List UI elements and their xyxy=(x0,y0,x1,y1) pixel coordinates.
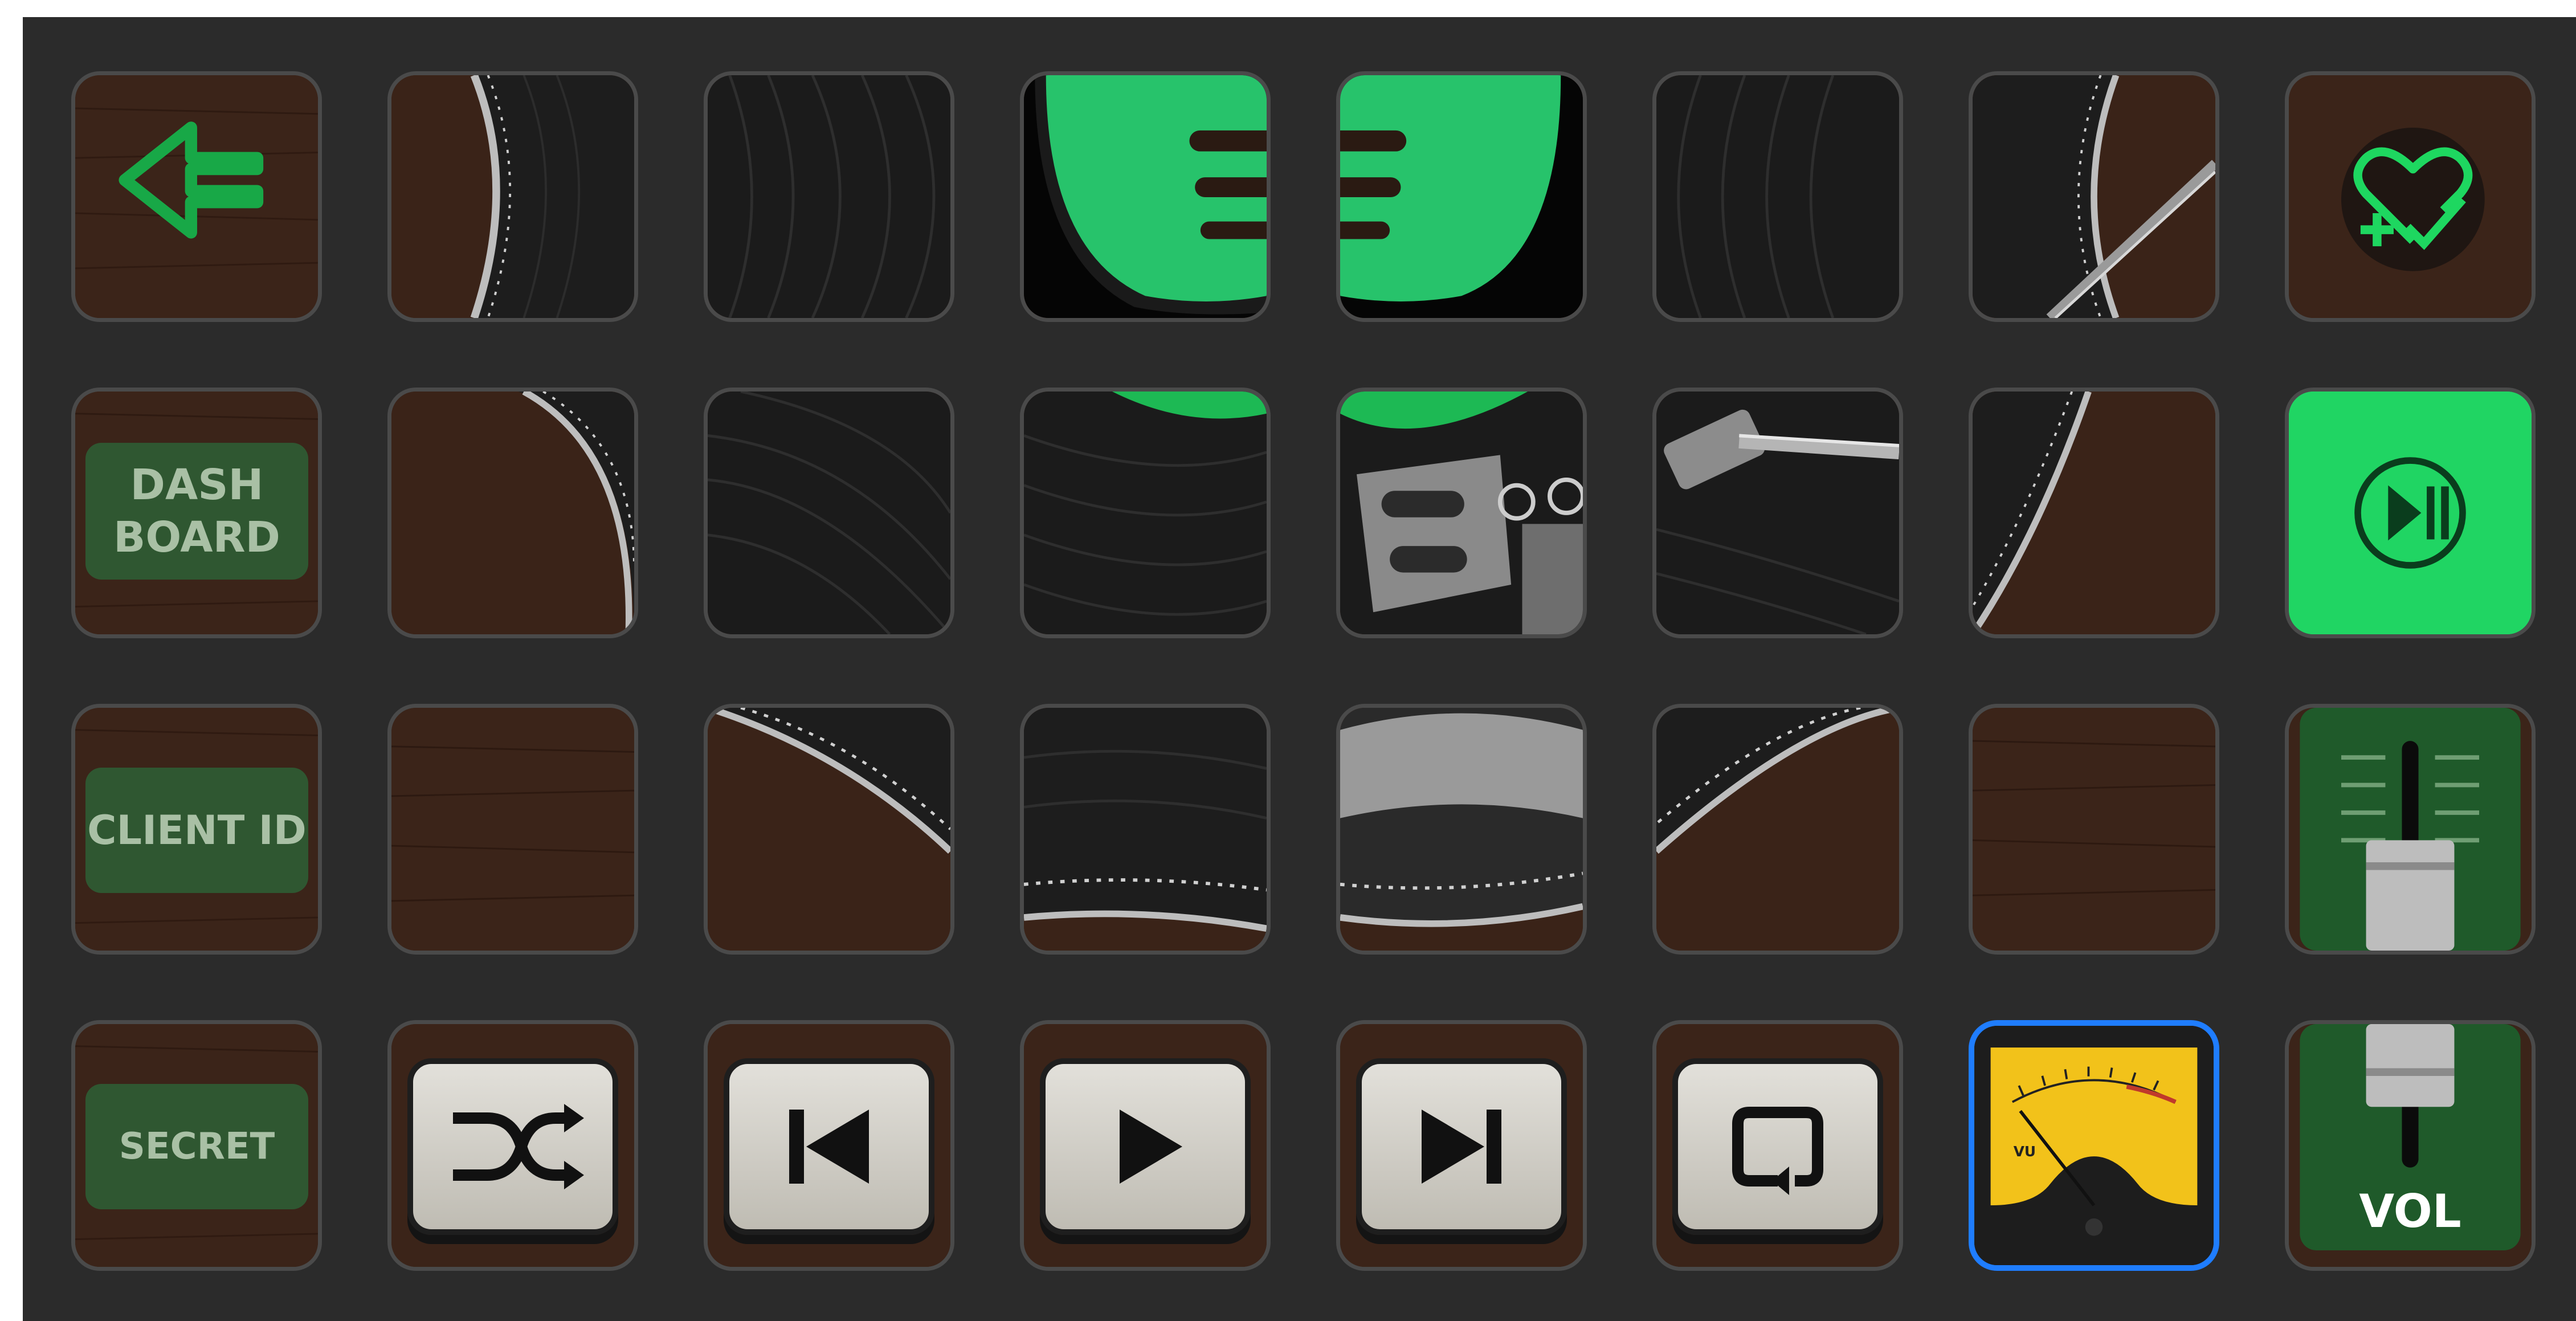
turntable-art xyxy=(1973,392,2215,634)
shuffle-icon xyxy=(453,1104,584,1189)
play-pause-button[interactable] xyxy=(2285,388,2536,638)
vinyl-art xyxy=(1024,392,1267,634)
shuffle-button[interactable] xyxy=(387,1020,638,1271)
repeat-button[interactable] xyxy=(1652,1020,1903,1271)
turntable-art xyxy=(1024,708,1267,951)
turntable-tile-r3c4[interactable] xyxy=(1020,704,1271,955)
spotify-logo-right-tile[interactable] xyxy=(1336,71,1587,322)
play-button[interactable] xyxy=(1020,1020,1271,1271)
turntable-tile-r2c4[interactable] xyxy=(1020,388,1271,638)
secret-button[interactable]: SECRET xyxy=(71,1020,322,1271)
vinyl-art xyxy=(708,392,950,634)
back-button[interactable] xyxy=(71,71,322,322)
turntable-art xyxy=(391,75,634,318)
play-icon xyxy=(1120,1110,1182,1184)
play-pause-icon xyxy=(2289,392,2532,634)
turntable-tile-r3c6[interactable] xyxy=(1652,704,1903,955)
turntable-tile-r3c3[interactable] xyxy=(704,704,954,955)
dashboard-label: DASH BOARD xyxy=(85,443,308,580)
wood-tile-r3c2[interactable] xyxy=(387,704,638,955)
vu-meter-display[interactable]: VU xyxy=(1969,1020,2219,1271)
turntable-tile-r1c3[interactable] xyxy=(704,71,954,322)
previous-track-button[interactable] xyxy=(704,1020,954,1271)
turntable-art xyxy=(391,392,634,634)
spotify-logo-right-icon xyxy=(1340,75,1583,318)
client-id-label: CLIENT ID xyxy=(85,768,308,893)
next-key-cap xyxy=(1356,1058,1567,1235)
turntable-tile-r1c2[interactable] xyxy=(387,71,638,322)
turntable-tile-r3c5[interactable] xyxy=(1336,704,1587,955)
wood-background xyxy=(391,708,634,951)
client-id-button[interactable]: CLIENT ID xyxy=(71,704,322,955)
vu-meter-needle xyxy=(2019,1110,2096,1206)
heart-plus-button[interactable] xyxy=(2285,71,2536,322)
skip-next-icon xyxy=(1422,1110,1501,1184)
vinyl-art xyxy=(708,75,950,318)
repeat-icon xyxy=(1732,1107,1823,1195)
repeat-key-cap xyxy=(1672,1058,1883,1235)
tonearm-art xyxy=(1656,392,1899,634)
stream-deck-grid: DASH BOARD CLIENT ID SECRET VU VOL xyxy=(23,17,2576,1321)
dashboard-label-line2: BOARD xyxy=(113,513,280,562)
left-arrow-icon xyxy=(119,121,264,239)
turntable-tile-r2c2[interactable] xyxy=(387,388,638,638)
headshell-art xyxy=(1340,392,1583,634)
wood-background xyxy=(1973,708,2215,951)
wood-tile-r3c7[interactable] xyxy=(1969,704,2219,955)
tonearm-tile[interactable] xyxy=(1652,388,1903,638)
turntable-art xyxy=(1656,708,1899,951)
spotify-logo-left-icon xyxy=(1024,75,1267,318)
turntable-tile-r1c7[interactable] xyxy=(1969,71,2219,322)
spotify-logo-left-tile[interactable] xyxy=(1020,71,1271,322)
turntable-tile-r2c7[interactable] xyxy=(1969,388,2219,638)
shuffle-key-cap xyxy=(407,1058,618,1235)
dashboard-label-line1: DASH xyxy=(130,460,264,509)
turntable-art xyxy=(708,708,950,951)
skip-previous-icon xyxy=(789,1110,869,1184)
vinyl-art xyxy=(1656,75,1899,318)
turntable-art xyxy=(1340,708,1583,951)
secret-label: SECRET xyxy=(85,1084,308,1209)
volume-fader-up-button[interactable] xyxy=(2285,704,2536,955)
next-track-button[interactable] xyxy=(1336,1020,1587,1271)
volume-label: VOL xyxy=(2359,1185,2461,1238)
heart-plus-icon xyxy=(2353,147,2473,250)
tonearm-headshell-tile[interactable] xyxy=(1336,388,1587,638)
turntable-art xyxy=(1973,75,2215,318)
turntable-tile-r2c3[interactable] xyxy=(704,388,954,638)
play-key-cap xyxy=(1040,1058,1251,1235)
volume-fader-icon xyxy=(2289,708,2532,951)
dashboard-button[interactable]: DASH BOARD xyxy=(71,388,322,638)
previous-key-cap xyxy=(724,1058,934,1235)
volume-fader-down-button[interactable]: VOL xyxy=(2285,1020,2536,1271)
turntable-tile-r1c6[interactable] xyxy=(1652,71,1903,322)
